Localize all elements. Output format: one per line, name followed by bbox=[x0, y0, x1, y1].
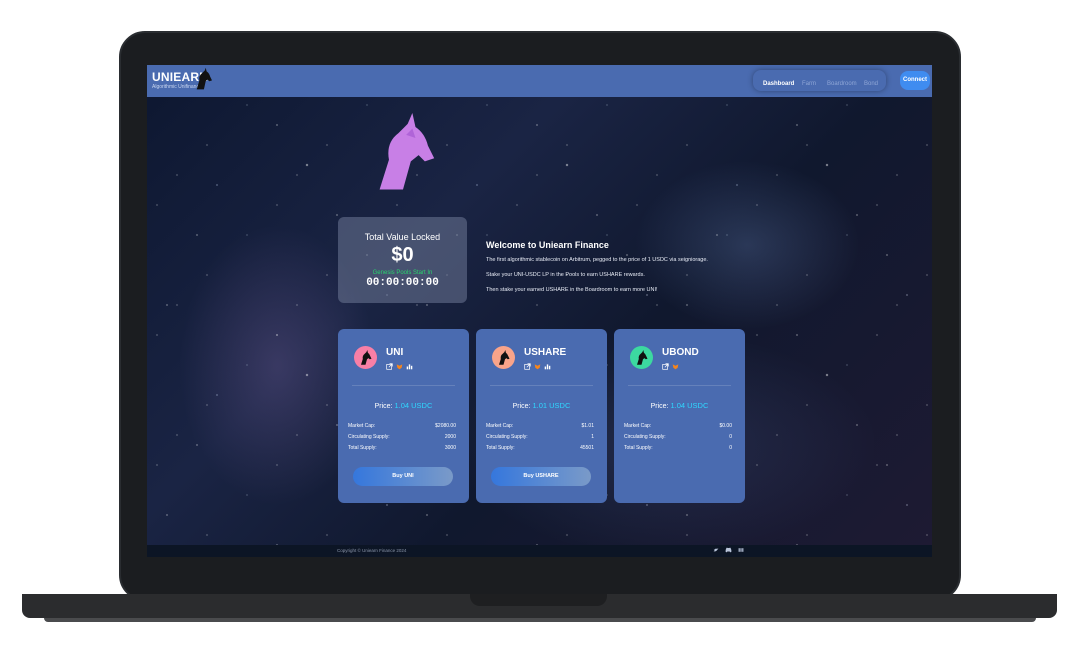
external-link-icon[interactable] bbox=[662, 363, 669, 370]
nav-link-farm[interactable]: Farm bbox=[802, 81, 816, 87]
navbar: UNIEARN Algorithmic Unifinance Dashboard… bbox=[147, 65, 932, 97]
token-icon-row bbox=[386, 363, 413, 370]
buy-ushare-button[interactable]: Buy USHARE bbox=[491, 467, 591, 486]
welcome-line-3: Then stake your earned USHARE in the Boa… bbox=[486, 287, 658, 293]
token-card-ushare: USHARE Price: 1.01 USDC Market Cap: $1.01… bbox=[476, 329, 607, 503]
footer: Copyright © Uniearn Finance 2024 bbox=[147, 545, 932, 557]
token-icon-row bbox=[524, 363, 551, 370]
tvl-title: Total Value Locked bbox=[364, 232, 441, 242]
card-divider bbox=[352, 385, 455, 386]
total-supply-row: Total Supply: 45501 bbox=[486, 445, 594, 451]
circulating-supply-label: Circulating Supply: bbox=[624, 434, 666, 440]
connect-button[interactable]: Connect bbox=[900, 71, 930, 90]
metamask-icon[interactable] bbox=[534, 363, 541, 370]
metamask-icon[interactable] bbox=[672, 363, 679, 370]
welcome-line-1: The first algorithmic stablecoin on Arbi… bbox=[486, 257, 708, 263]
market-cap-value: $2080.00 bbox=[435, 423, 456, 429]
price-row: Price: 1.04 USDC bbox=[614, 401, 745, 410]
market-cap-label: Market Cap: bbox=[486, 423, 514, 429]
token-name: UNI bbox=[386, 347, 404, 358]
total-supply-label: Total Supply: bbox=[348, 445, 377, 451]
market-cap-value: $1.01 bbox=[581, 423, 594, 429]
buy-uni-button[interactable]: Buy UNI bbox=[353, 467, 453, 486]
nav-link-bond[interactable]: Bond bbox=[864, 81, 878, 87]
market-cap-label: Market Cap: bbox=[348, 423, 376, 429]
price-value: 1.04 USDC bbox=[394, 401, 433, 410]
tvl-value: $0 bbox=[391, 244, 414, 266]
twitter-icon[interactable] bbox=[713, 547, 719, 553]
medium-icon[interactable] bbox=[738, 547, 744, 553]
card-divider bbox=[490, 385, 593, 386]
market-cap-label: Market Cap: bbox=[624, 423, 652, 429]
laptop-screen: UNIEARN Algorithmic Unifinance Dashboard… bbox=[147, 65, 932, 557]
tvl-countdown: 00:00:00:00 bbox=[366, 277, 439, 289]
total-supply-value: 45501 bbox=[580, 445, 594, 451]
price-row: Price: 1.04 USDC bbox=[338, 401, 469, 410]
token-icon-row bbox=[662, 363, 679, 370]
market-cap-value: $0.00 bbox=[719, 423, 732, 429]
price-label: Price: bbox=[650, 403, 669, 410]
total-supply-row: Total Supply: 3000 bbox=[348, 445, 456, 451]
circulating-supply-value: 0 bbox=[729, 434, 732, 440]
footer-social-icons bbox=[713, 547, 744, 553]
price-label: Price: bbox=[512, 403, 531, 410]
ushare-token-icon bbox=[492, 346, 515, 369]
total-supply-label: Total Supply: bbox=[486, 445, 515, 451]
price-row: Price: 1.01 USDC bbox=[476, 401, 607, 410]
unicorn-hero-icon bbox=[379, 113, 435, 190]
token-name: USHARE bbox=[524, 347, 567, 358]
laptop-base-shadow bbox=[44, 618, 1036, 622]
discord-icon[interactable] bbox=[725, 547, 732, 553]
circulating-supply-value: 2000 bbox=[444, 434, 456, 440]
market-cap-row: Market Cap: $1.01 bbox=[486, 423, 594, 429]
uni-token-icon bbox=[354, 346, 377, 369]
footer-copyright: Copyright © Uniearn Finance 2024 bbox=[337, 548, 407, 553]
laptop-notch bbox=[470, 594, 607, 606]
chart-icon[interactable] bbox=[406, 363, 413, 370]
ubond-token-icon bbox=[630, 346, 653, 369]
external-link-icon[interactable] bbox=[524, 363, 531, 370]
card-divider bbox=[628, 385, 731, 386]
total-supply-row: Total Supply: 0 bbox=[624, 445, 732, 451]
welcome-section: Welcome to Uniearn Finance The first alg… bbox=[486, 240, 708, 302]
welcome-title: Welcome to Uniearn Finance bbox=[486, 240, 609, 250]
price-label: Price: bbox=[374, 403, 393, 410]
circulating-supply-value: 1 bbox=[591, 434, 594, 440]
token-name: UBOND bbox=[662, 347, 699, 358]
price-value: 1.04 USDC bbox=[670, 401, 709, 410]
market-cap-row: Market Cap: $2080.00 bbox=[348, 423, 456, 429]
tvl-epoch-label: Genesis Pools Start In bbox=[372, 270, 433, 276]
nav-link-boardroom[interactable]: Boardroom bbox=[827, 81, 857, 87]
tvl-card: Total Value Locked $0 Genesis Pools Star… bbox=[338, 217, 467, 303]
circulating-supply-row: Circulating Supply: 2000 bbox=[348, 434, 456, 440]
token-card-uni: UNI Price: 1.04 USDC Market Cap: $2080.00… bbox=[338, 329, 469, 503]
metamask-icon[interactable] bbox=[396, 363, 403, 370]
token-card-ubond: UBOND Price: 1.04 USDC Market Cap: $0.00 … bbox=[614, 329, 745, 503]
total-supply-value: 3000 bbox=[444, 445, 456, 451]
nav-link-dashboard[interactable]: Dashboard bbox=[763, 81, 794, 87]
welcome-line-2: Stake your UNI-USDC LP in the Pools to e… bbox=[486, 272, 645, 278]
circulating-supply-label: Circulating Supply: bbox=[486, 434, 528, 440]
circulating-supply-label: Circulating Supply: bbox=[348, 434, 390, 440]
total-supply-label: Total Supply: bbox=[624, 445, 653, 451]
nav-links-container: Dashboard Farm Boardroom Bond bbox=[753, 70, 886, 91]
total-supply-value: 0 bbox=[729, 445, 732, 451]
unicorn-logo-icon bbox=[196, 67, 212, 90]
circulating-supply-row: Circulating Supply: 0 bbox=[624, 434, 732, 440]
market-cap-row: Market Cap: $0.00 bbox=[624, 423, 732, 429]
circulating-supply-row: Circulating Supply: 1 bbox=[486, 434, 594, 440]
price-value: 1.01 USDC bbox=[532, 401, 571, 410]
external-link-icon[interactable] bbox=[386, 363, 393, 370]
chart-icon[interactable] bbox=[544, 363, 551, 370]
